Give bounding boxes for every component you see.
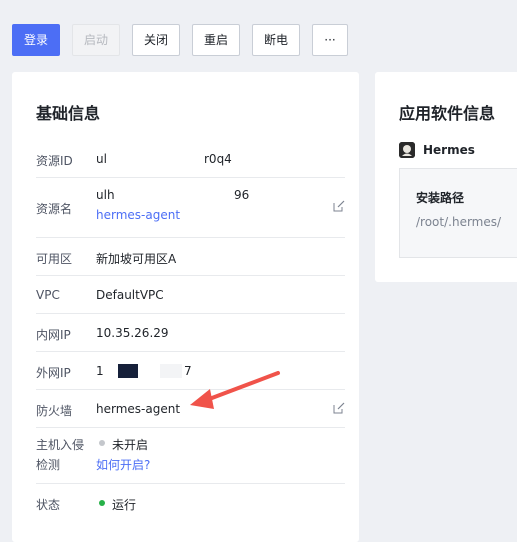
install-path-title: 安装路径 [416,191,465,205]
intrusion-detection-label-2: 检测 [36,458,61,472]
basic-info-title: 基础信息 [36,104,101,123]
zone-row: 可用区 新加坡可用区A [36,238,345,276]
app-info-card: 应用软件信息 Hermes 安装路径 /root/.hermes/ [375,72,517,282]
redaction-block [118,364,138,378]
zone-label: 可用区 [36,252,73,266]
vpc-value: DefaultVPC [96,288,164,302]
private-ip-row: 内网IP 10.35.26.29 [36,314,345,352]
vpc-row: VPC DefaultVPC [36,276,345,314]
intrusion-detection-row: 主机入侵 检测 未开启 如何开启? [36,428,345,484]
resource-id-row: 资源ID ul r0q4 [36,140,345,178]
resource-id-label: 资源ID [36,154,73,168]
zone-value: 新加坡可用区A [96,252,177,266]
status-row: 状态 运行 [36,484,345,522]
private-ip-value: 10.35.26.29 [96,326,169,340]
redaction-block [160,364,182,378]
public-ip-label: 外网IP [36,366,71,380]
login-button[interactable]: 登录 [12,24,60,56]
private-ip-label: 内网IP [36,328,71,342]
hermes-logo-icon [399,142,415,158]
resource-id-value-tail: r0q4 [204,152,232,166]
resource-id-value: ul [96,152,107,166]
start-button[interactable]: 启动 [72,24,120,56]
basic-info-card: 基础信息 资源ID ul r0q4 资源名 ulh 96 hermes-agen… [12,72,359,542]
status-dot-running [99,500,105,506]
firewall-value[interactable]: hermes-agent [96,402,180,416]
close-button[interactable]: 关闭 [132,24,180,56]
app-name: Hermes [423,143,475,157]
restart-button[interactable]: 重启 [192,24,240,56]
annotation-arrow-icon [190,371,280,409]
public-ip-value: 1 [96,364,104,378]
resource-name-value-tail: 96 [234,188,250,202]
more-button[interactable]: ··· [312,24,348,56]
status-dot-off [99,440,105,446]
vpc-label: VPC [36,288,60,302]
resource-name-alias: hermes-agent [96,208,181,222]
resource-name-label: 资源名 [36,202,73,216]
status-value: 运行 [112,498,137,512]
status-label: 状态 [36,498,61,512]
edit-icon[interactable] [333,200,345,212]
resource-name-value: ulh [96,188,115,202]
install-path-box: 安装路径 /root/.hermes/ [399,168,517,258]
intrusion-detection-value: 未开启 [112,438,149,452]
resource-name-row: 资源名 ulh 96 hermes-agent [36,178,345,238]
how-to-enable-link[interactable]: 如何开启? [96,456,150,473]
edit-icon[interactable] [333,402,345,414]
firewall-label: 防火墙 [36,404,73,418]
power-off-button[interactable]: 断电 [252,24,300,56]
intrusion-detection-label: 主机入侵 [36,438,85,452]
app-info-title: 应用软件信息 [399,104,496,123]
install-path-value: /root/.hermes/ [416,215,502,229]
